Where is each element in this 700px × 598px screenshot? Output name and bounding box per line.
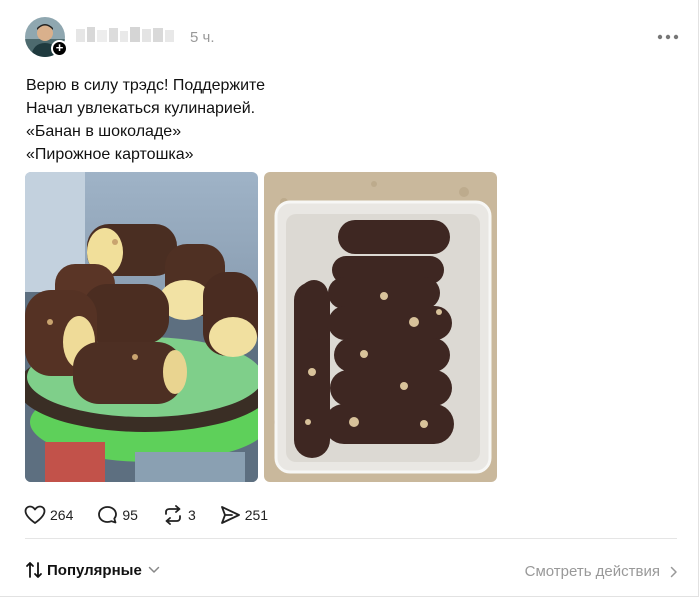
username-blurred[interactable] [74, 24, 182, 46]
share-icon [220, 506, 240, 524]
post-text: Верю в силу трэдс! Поддержите Начал увле… [26, 74, 265, 166]
heart-icon [24, 505, 46, 524]
chevron-down-icon [148, 566, 160, 573]
view-actions-link[interactable]: Смотреть действия [525, 563, 678, 580]
post-text-line: Верю в силу трэдс! Поддержите [26, 77, 266, 94]
photo-chocolate-bananas[interactable] [25, 172, 258, 482]
repost-icon [165, 505, 181, 525]
share-count: 251 [244, 507, 269, 523]
comment-count: 95 [122, 507, 138, 523]
repost-button[interactable]: 3 [162, 505, 196, 525]
sort-icon [26, 562, 42, 578]
sort-label: Популярные [47, 561, 142, 579]
divider [25, 538, 677, 539]
repost-count: 3 [187, 507, 196, 523]
like-count: 264 [50, 507, 74, 523]
share-button[interactable]: 251 [220, 505, 268, 525]
post-text-line: «Банан в шоколаде» [26, 123, 182, 140]
sort-dropdown[interactable]: Популярные [25, 561, 160, 579]
more-icon[interactable] [657, 29, 679, 40]
chevron-right-icon [670, 566, 677, 577]
comment-icon [98, 506, 118, 524]
photo-potato-cakes[interactable] [264, 172, 497, 482]
avatar-plus-icon[interactable]: + [51, 40, 68, 57]
comment-button[interactable]: 95 [97, 505, 138, 525]
post-actions: 264 95 3 251 [24, 505, 292, 525]
post-text-line: Начал увлекаться кулинарией. [26, 100, 256, 117]
view-actions-label: Смотреть действия [524, 563, 660, 580]
post-time: 5 ч. [190, 29, 215, 46]
post-text-line: «Пирожное картошка» [26, 146, 194, 163]
like-button[interactable]: 264 [24, 505, 73, 525]
